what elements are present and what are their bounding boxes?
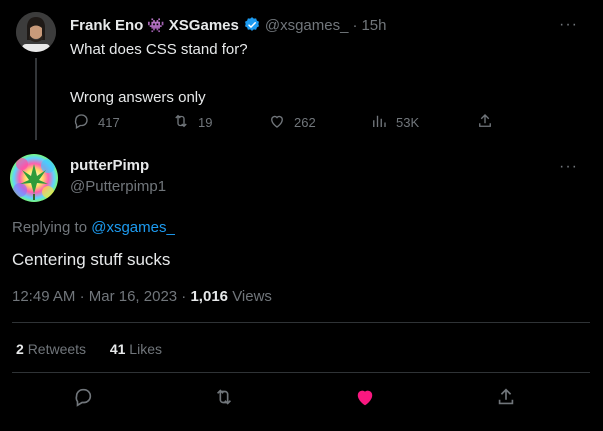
tweet-action-bar xyxy=(0,386,603,412)
retweet-icon xyxy=(172,112,190,133)
divider xyxy=(12,322,590,323)
share-button[interactable] xyxy=(495,386,519,410)
share-button[interactable] xyxy=(476,112,494,133)
avatar[interactable] xyxy=(10,154,58,202)
timestamp[interactable]: 12:49 AM xyxy=(12,288,75,305)
separator: · xyxy=(181,288,187,305)
tweet-line: What does CSS stand for? xyxy=(70,41,248,58)
retweet-count: 19 xyxy=(198,115,213,130)
reply-button[interactable] xyxy=(72,386,96,410)
verified-icon xyxy=(243,16,261,34)
divider xyxy=(12,372,590,373)
share-icon xyxy=(495,388,517,412)
handle[interactable]: @xsgames_ xyxy=(265,17,349,34)
tweet-header: Frank Eno 👾 XSGames @xsgames_ · 15h xyxy=(70,16,386,34)
tweet-meta: 12:49 AM · Mar 16, 2023 · 1,016 Views xyxy=(12,288,272,305)
like-icon xyxy=(268,112,286,133)
tweet-line: Wrong answers only xyxy=(70,89,206,106)
emoji: 👾 xyxy=(147,16,165,33)
replying-prefix: Replying to xyxy=(12,219,88,236)
views-count: 1,016 xyxy=(190,288,229,305)
separator: · xyxy=(79,288,85,305)
thread-line xyxy=(35,58,37,140)
date[interactable]: Mar 16, 2023 xyxy=(89,288,177,305)
like-icon xyxy=(354,390,376,412)
tweet-actions: 417 19 262 53K xyxy=(70,112,500,132)
timestamp[interactable]: 15h xyxy=(361,17,386,34)
likes-label: Likes xyxy=(129,341,162,357)
like-button[interactable]: 262 xyxy=(268,112,316,133)
replying-to: Replying to @xsgames_ xyxy=(12,219,175,236)
separator: · xyxy=(352,16,358,34)
retweets-label: Retweets xyxy=(27,341,87,357)
retweets-stat[interactable]: 2 Retweets xyxy=(16,341,90,357)
display-name[interactable]: putterPimp xyxy=(70,157,149,174)
handle[interactable]: @Putterpimp1 xyxy=(70,178,166,195)
views-count: 53K xyxy=(396,115,420,130)
views-label: Views xyxy=(232,288,272,305)
likes-stat[interactable]: 41 Likes xyxy=(110,341,162,357)
likes-count: 41 xyxy=(109,341,126,357)
share-icon xyxy=(476,112,494,133)
brand-name[interactable]: XSGames xyxy=(169,17,239,34)
avatar[interactable] xyxy=(16,12,56,52)
reply-icon xyxy=(72,388,94,412)
like-button[interactable] xyxy=(354,386,378,410)
replying-handle-link[interactable]: @xsgames_ xyxy=(91,219,175,236)
more-icon[interactable]: ··· xyxy=(559,16,578,34)
views-button[interactable]: 53K xyxy=(370,112,419,133)
like-count: 262 xyxy=(294,115,316,130)
retweet-icon xyxy=(213,389,235,412)
retweet-button[interactable] xyxy=(213,386,237,410)
views-icon xyxy=(370,112,388,133)
more-icon[interactable]: ··· xyxy=(559,158,578,176)
engagement-stats: 2 Retweets 41 Likes xyxy=(16,341,162,357)
reply-button[interactable]: 417 xyxy=(72,112,120,133)
display-name[interactable]: Frank Eno xyxy=(70,17,143,34)
retweets-count: 2 xyxy=(16,341,24,357)
tweet-text: Centering stuff sucks xyxy=(12,250,171,269)
reply-icon xyxy=(72,112,90,133)
tweet-text: What does CSS stand for? Wrong answers o… xyxy=(70,40,570,108)
retweet-button[interactable]: 19 xyxy=(172,112,212,133)
reply-count: 417 xyxy=(98,115,120,130)
